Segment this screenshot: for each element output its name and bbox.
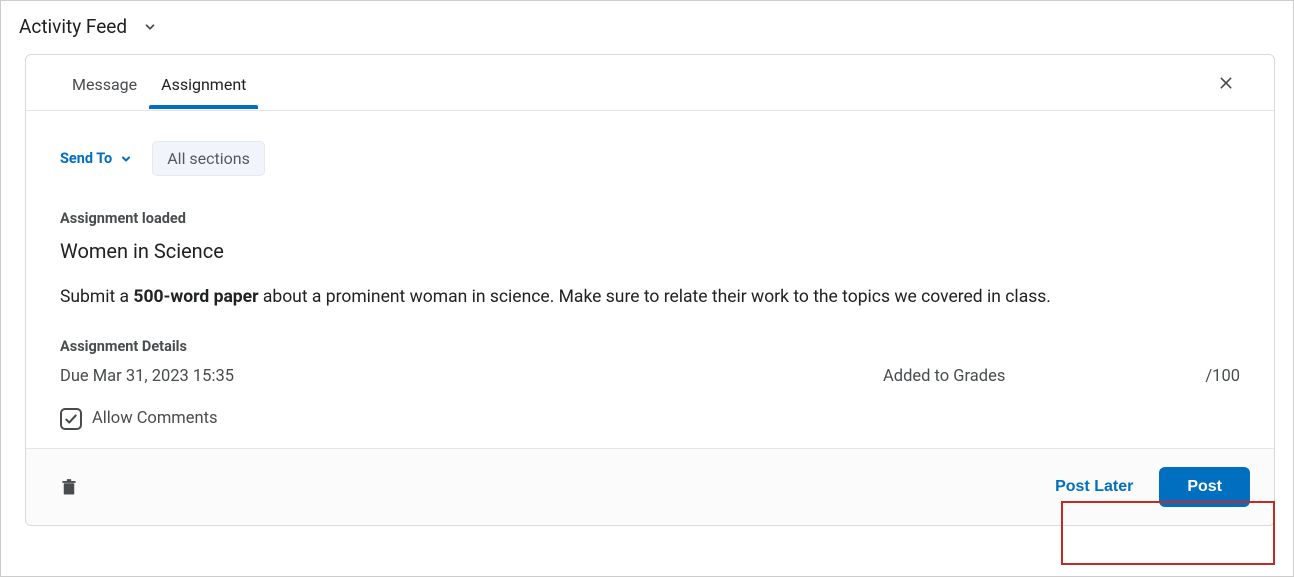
tab-assignment[interactable]: Assignment bbox=[149, 57, 258, 108]
panel-header: Activity Feed bbox=[19, 15, 1275, 38]
post-later-button[interactable]: Post Later bbox=[1049, 468, 1139, 506]
assignment-details-row: Due Mar 31, 2023 15:35 Added to Grades /… bbox=[60, 367, 1240, 386]
trash-icon[interactable] bbox=[60, 477, 78, 497]
allow-comments-row: Allow Comments bbox=[60, 408, 1240, 430]
recipient-chip[interactable]: All sections bbox=[152, 141, 265, 176]
compose-card: Message Assignment Send To All sections … bbox=[25, 54, 1275, 526]
close-icon[interactable] bbox=[1212, 69, 1240, 97]
card-footer: Post Later Post bbox=[26, 448, 1274, 525]
footer-actions: Post Later Post bbox=[1049, 467, 1250, 507]
sendto-row: Send To All sections bbox=[60, 141, 1240, 176]
panel-title: Activity Feed bbox=[19, 15, 127, 38]
allow-comments-checkbox[interactable] bbox=[60, 408, 82, 430]
chevron-down-icon[interactable] bbox=[141, 18, 159, 36]
card-body: Send To All sections Assignment loaded W… bbox=[26, 111, 1274, 448]
assignment-title: Women in Science bbox=[60, 239, 1240, 263]
assignment-description: Submit a 500-word paper about a prominen… bbox=[60, 285, 1240, 310]
check-icon bbox=[64, 412, 78, 426]
activity-feed-panel: Activity Feed Message Assignment Send To… bbox=[0, 0, 1294, 577]
added-to-grades: Added to Grades bbox=[883, 367, 1005, 386]
chevron-down-icon bbox=[120, 153, 132, 165]
sendto-dropdown[interactable]: Send To bbox=[60, 150, 132, 167]
out-of-score: /100 bbox=[1205, 367, 1240, 386]
assignment-details-label: Assignment Details bbox=[60, 338, 1240, 355]
sendto-label: Send To bbox=[60, 150, 112, 167]
tab-message[interactable]: Message bbox=[60, 57, 149, 108]
post-button[interactable]: Post bbox=[1159, 467, 1250, 507]
tabs: Message Assignment bbox=[26, 55, 1274, 111]
due-date: Due Mar 31, 2023 15:35 bbox=[60, 367, 234, 386]
allow-comments-label: Allow Comments bbox=[92, 409, 218, 428]
assignment-loaded-label: Assignment loaded bbox=[60, 210, 1240, 227]
